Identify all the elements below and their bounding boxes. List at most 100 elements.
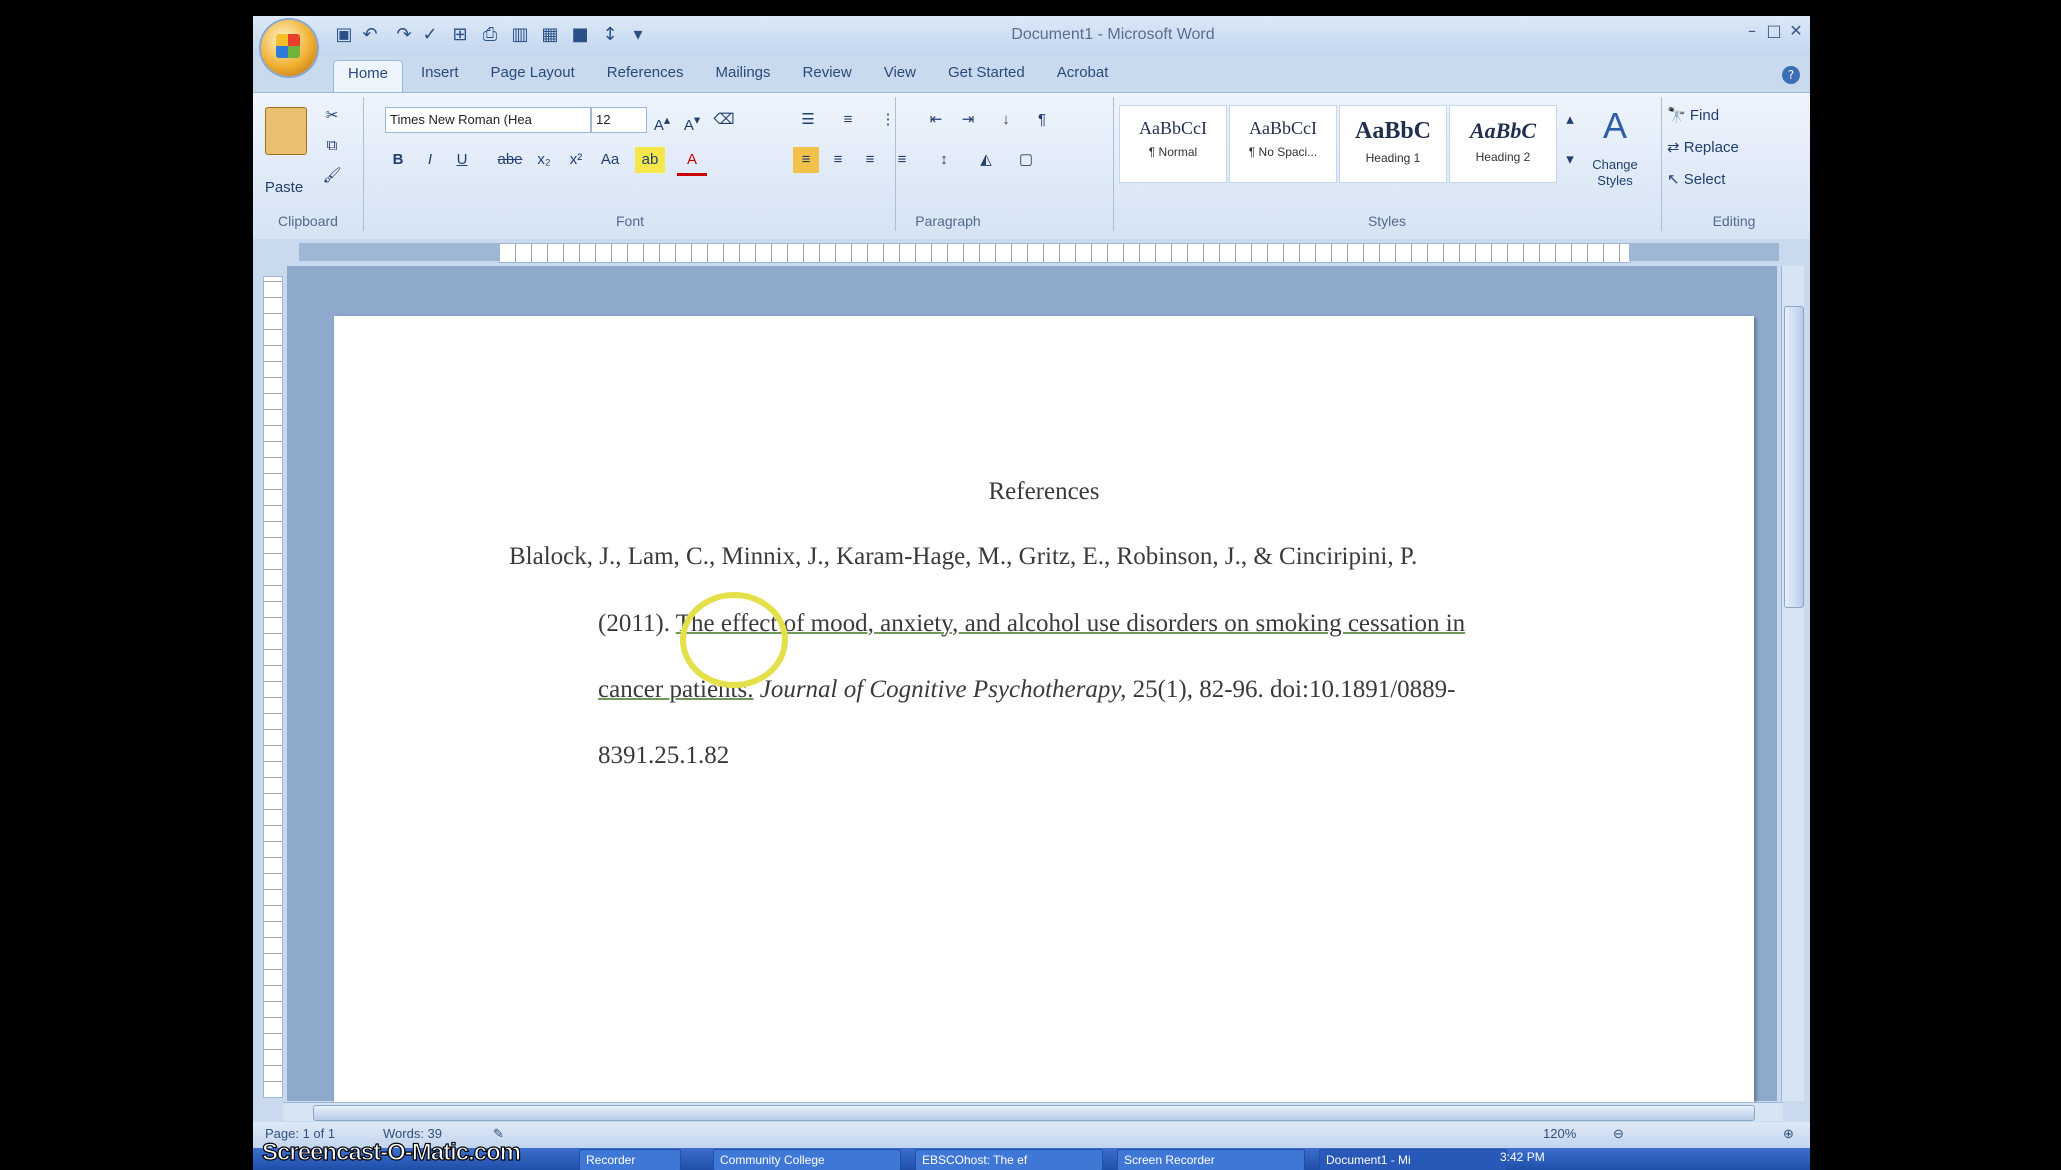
justify-icon[interactable]: ≡	[889, 147, 915, 173]
taskbar-item-active[interactable]: Document1 - Mi	[1319, 1149, 1507, 1170]
binoculars-icon: 🔭	[1667, 107, 1686, 124]
save-icon[interactable]: ▣	[333, 24, 355, 46]
redo-icon[interactable]: ↷	[393, 24, 415, 46]
office-button[interactable]	[261, 20, 317, 76]
horizontal-scrollbar[interactable]	[283, 1102, 1783, 1121]
taskbar-item[interactable]: Community College	[713, 1149, 901, 1170]
format-painter-icon[interactable]: 🖌	[319, 163, 345, 189]
shrink-font-icon[interactable]: A▾	[679, 107, 705, 134]
page-break-icon[interactable]: ■	[569, 24, 591, 46]
taskbar-item[interactable]: Recorder	[579, 1149, 681, 1170]
horizontal-scroll-thumb[interactable]	[313, 1105, 1755, 1121]
change-case-button[interactable]: Aa	[595, 147, 625, 173]
paragraph-group-label: Paragraph	[915, 213, 981, 229]
font-size-input[interactable]: 12	[591, 107, 647, 133]
vertical-ruler[interactable]	[263, 276, 283, 1098]
screencast-watermark: Screencast-O-Matic.com	[261, 1138, 521, 1166]
style-heading-2[interactable]: AaBbC Heading 2	[1449, 105, 1557, 183]
draw-table-icon[interactable]: ⊞	[449, 24, 471, 46]
numbering-icon[interactable]: ≡	[833, 107, 863, 133]
tab-home[interactable]: Home	[333, 60, 404, 92]
sort-text-icon[interactable]: ↓	[993, 107, 1019, 133]
tab-acrobat[interactable]: Acrobat	[1043, 60, 1123, 92]
horizontal-ruler[interactable]	[253, 239, 1810, 265]
styles-scroll-down-icon[interactable]: ▾	[1561, 147, 1579, 173]
style-sample: AaBbC	[1354, 118, 1432, 144]
superscript-button[interactable]: x²	[563, 147, 589, 173]
tab-review[interactable]: Review	[789, 60, 866, 92]
font-name-input[interactable]: Times New Roman (Hea	[385, 107, 591, 133]
grow-font-icon[interactable]: A▴	[649, 107, 675, 134]
style-heading-1[interactable]: AaBbC Heading 1	[1339, 105, 1447, 183]
tab-insert[interactable]: Insert	[407, 60, 473, 92]
find-label: Find	[1689, 107, 1720, 124]
system-tray-clock: 3:42 PM	[1500, 1150, 1545, 1164]
reference-title: The effect of mood, anxiety, and alcohol…	[675, 610, 1466, 637]
replace-label: Replace	[1683, 139, 1739, 156]
align-center-icon[interactable]: ≡	[825, 147, 851, 173]
underline-button[interactable]: U	[449, 147, 475, 173]
bullets-icon[interactable]: ☰	[793, 107, 823, 133]
copy-icon[interactable]: ⧉	[319, 133, 345, 159]
ruler-text-area[interactable]	[499, 243, 1631, 263]
columns-icon[interactable]: ▥	[509, 24, 531, 46]
reference-line-1: Blalock, J., Lam, C., Minnix, J., Karam-…	[509, 543, 1418, 570]
insert-table-icon[interactable]: ▦	[539, 24, 561, 46]
clear-formatting-icon[interactable]: ⌫	[711, 107, 737, 133]
qat-customize-icon[interactable]: ▾	[627, 24, 649, 46]
show-formatting-icon[interactable]: ¶	[1029, 107, 1055, 133]
styles-scroll-up-icon[interactable]: ▴	[1561, 107, 1579, 133]
paste-icon[interactable]	[265, 107, 307, 155]
reference-journal: Journal of Cognitive Psychotherapy,	[753, 676, 1127, 703]
undo-icon[interactable]: ↶	[359, 24, 381, 46]
document-area[interactable]: References Blalock, J., Lam, C., Minnix,…	[287, 266, 1777, 1106]
print-preview-icon[interactable]: ⎙	[479, 24, 501, 46]
strikethrough-button[interactable]: abe	[495, 147, 525, 173]
style-normal[interactable]: AaBbCcI ¶ Normal	[1119, 105, 1227, 183]
tab-get-started[interactable]: Get Started	[934, 60, 1039, 92]
document-page[interactable]: References Blalock, J., Lam, C., Minnix,…	[334, 316, 1754, 1106]
tab-view[interactable]: View	[870, 60, 930, 92]
decrease-indent-icon[interactable]: ⇤	[923, 107, 949, 133]
highlight-icon[interactable]: ab	[635, 147, 665, 173]
style-no-spacing[interactable]: AaBbCcI ¶ No Spaci...	[1229, 105, 1337, 183]
minimize-icon[interactable]: –	[1743, 22, 1761, 40]
ruler-left-margin	[299, 243, 499, 261]
paste-button[interactable]: Paste	[259, 175, 309, 201]
vertical-scroll-thumb[interactable]	[1784, 306, 1804, 608]
line-spacing-icon[interactable]: ↕	[929, 147, 959, 173]
multilevel-list-icon[interactable]: ⋮	[873, 107, 903, 133]
cursor-highlight-ring	[680, 592, 788, 688]
subscript-button[interactable]: x₂	[531, 147, 557, 173]
borders-icon[interactable]: ▢	[1011, 147, 1041, 173]
help-icon[interactable]: ?	[1782, 66, 1800, 84]
replace-button[interactable]: ⇄ Replace	[1667, 135, 1797, 161]
align-left-icon[interactable]: ≡	[793, 147, 819, 173]
close-icon[interactable]: ✕	[1787, 22, 1805, 40]
tab-page-layout[interactable]: Page Layout	[477, 60, 589, 92]
maximize-icon[interactable]: □	[1765, 22, 1783, 40]
shading-icon[interactable]: ◭	[971, 147, 1001, 173]
cut-icon[interactable]: ✂	[319, 103, 345, 129]
reference-volume-doi: 25(1), 82-96. doi:10.1891/0889-	[1126, 676, 1456, 703]
bold-button[interactable]: B	[385, 147, 411, 173]
spelling-icon[interactable]: ✓	[419, 24, 441, 46]
select-button[interactable]: ↖ Select	[1667, 167, 1797, 193]
tab-mailings[interactable]: Mailings	[702, 60, 785, 92]
change-styles-button[interactable]: Change Styles	[1579, 157, 1651, 193]
find-button[interactable]: 🔭 Find	[1667, 103, 1797, 129]
taskbar-item[interactable]: EBSCOhost: The ef	[915, 1149, 1103, 1170]
tab-references[interactable]: References	[593, 60, 698, 92]
vertical-scrollbar[interactable]	[1781, 266, 1804, 1101]
zoom-in-icon[interactable]: ⊕	[1783, 1126, 1794, 1142]
taskbar-item[interactable]: Screen Recorder	[1117, 1149, 1305, 1170]
change-styles-icon[interactable]: A	[1585, 101, 1645, 151]
sort-icon[interactable]: ↕	[599, 24, 621, 46]
zoom-level[interactable]: 120%	[1543, 1126, 1576, 1141]
style-sample: AaBbCcI	[1139, 118, 1207, 138]
font-color-icon[interactable]: A	[677, 147, 707, 176]
italic-button[interactable]: I	[417, 147, 443, 173]
align-right-icon[interactable]: ≡	[857, 147, 883, 173]
increase-indent-icon[interactable]: ⇥	[955, 107, 981, 133]
zoom-out-icon[interactable]: ⊖	[1613, 1126, 1624, 1142]
